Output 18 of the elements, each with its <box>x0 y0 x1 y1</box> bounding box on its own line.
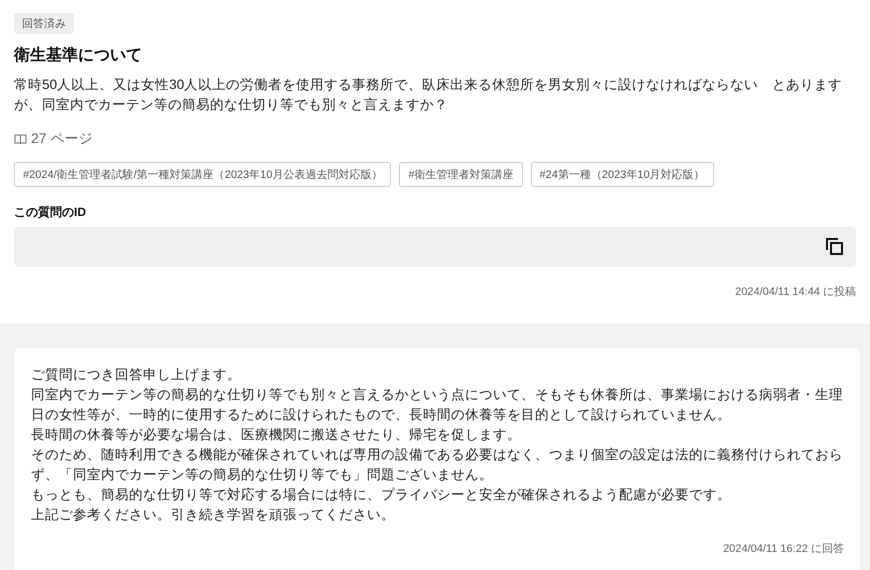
answer-text: そのため、随時利用できる機能が確保されていれば専用の設備である必要はなく、つまり個室の設定は法的に義務付けられておらず、「同室内でカーテン等の簡易的な仕切り等でも」問題ございません。 <box>31 446 844 484</box>
id-label: この質問のID <box>14 204 87 220</box>
book-icon <box>14 134 27 144</box>
question-text: 常時50人以上、又は女性30人以上の労働者を使用する事務所で、臥床出来る休憩所を男女別々に設けなければならない とありますが、同室内でカーテン等の簡易的な仕切り等でも別々と言えますか？ <box>14 76 844 114</box>
question-title: 衛生基準について <box>14 46 143 66</box>
status-label: 回答済み <box>14 13 74 34</box>
answer-text: 上記ご参考ください。引き続き学習を頑張ってください。 <box>31 506 396 524</box>
posted-date: 2024/04/11 14:44 に投稿 <box>735 284 856 298</box>
copy-icon[interactable] <box>825 237 844 256</box>
page-reference: 27 ページ <box>31 130 92 148</box>
tag-chip[interactable]: #衛生管理者対策講座 <box>399 162 523 186</box>
answer-text: ご質問につき回答申し上げます。 <box>31 366 242 384</box>
answer-text: 長時間の休養等が必要な場合は、医療機関に搬送させたり、帰宅を促します。 <box>31 426 522 444</box>
answer-text: もっとも、簡易的な仕切り等で対応する場合には特に、プライバシーと安全が確保されるよう配慮が必要です。 <box>31 486 732 504</box>
answer-text: 同室内でカーテン等の簡易的な仕切り等でも別々と言えるかという点について、そもそも休養所は、事業場における病弱者・生理日の女性等が、一時的に使用するために設けられたもので、長時間の休養等を目的として設けられていません。 <box>31 386 844 424</box>
tag-chip[interactable]: #2024/衛生管理者試験/第一種対策講座（2023年10月公表過去問対応版） <box>14 162 392 186</box>
answered-date: 2024/04/11 16:22 に回答 <box>723 542 844 556</box>
tag-chip[interactable]: #24第一種（2023年10月対応版） <box>530 162 714 186</box>
